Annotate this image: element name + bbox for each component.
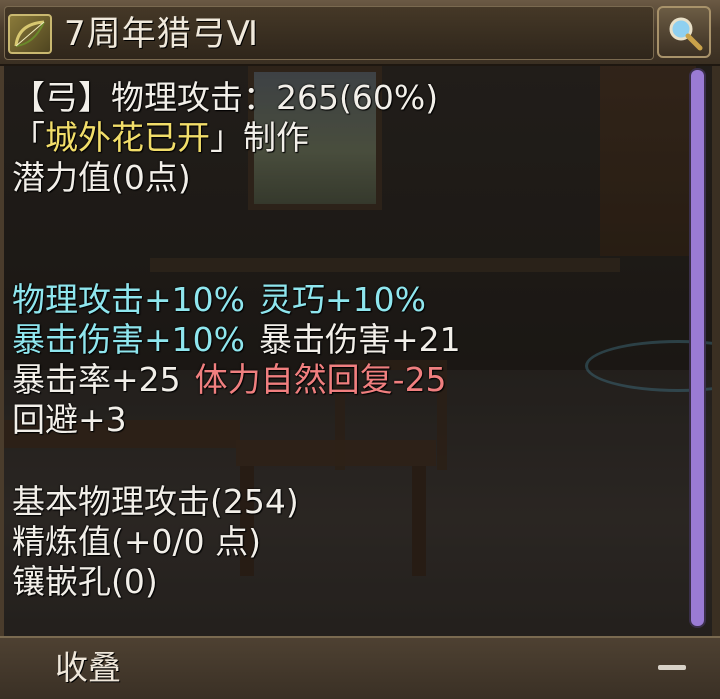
bonus-crit-damage-percent: 暴击伤害+10% xyxy=(12,320,245,359)
refine-value: 精炼值(+0/0 点) xyxy=(12,522,261,561)
base-physical-attack: 基本物理攻击(254) xyxy=(12,482,299,521)
scrollbar[interactable] xyxy=(691,70,704,626)
bonus-evasion: 回避+3 xyxy=(12,400,127,439)
bonus-row-1: 物理攻击+10% 灵巧+10% xyxy=(12,280,426,320)
bonus-row-3: 暴击率+25 体力自然回复-25 xyxy=(12,360,447,400)
bonus-crit-damage-flat: 暴击伤害+21 xyxy=(259,320,461,359)
stat-physical-attack: 【弓】物理攻击：265(60%) xyxy=(12,78,438,118)
bonus-dexterity: 灵巧+10% xyxy=(259,280,426,319)
collapse-label[interactable]: 收叠 xyxy=(55,646,121,690)
crafter-name: 城外花已开 xyxy=(45,118,210,157)
bonus-physical-attack: 物理攻击+10% xyxy=(12,280,245,319)
physical-attack-label: 物理攻击： xyxy=(111,78,276,117)
search-button[interactable] xyxy=(657,6,711,58)
crafter-line: 「城外花已开」制作 xyxy=(12,118,309,158)
potential-line: 潜力值(0点) xyxy=(12,158,191,197)
collapse-button[interactable] xyxy=(652,656,692,680)
socket-count: 镶嵌孔(0) xyxy=(12,562,158,601)
bow-icon xyxy=(8,14,52,54)
panel-border-left xyxy=(0,66,4,636)
item-title: 7周年猎弓Ⅵ xyxy=(64,14,259,54)
crafter-bracket-open: 「 xyxy=(12,118,45,157)
panel-border-right xyxy=(712,66,720,636)
weapon-type: 【弓】 xyxy=(12,78,111,117)
tooltip-footer: 收叠 xyxy=(0,636,720,699)
magnifier-icon xyxy=(669,17,703,51)
minus-icon xyxy=(658,665,686,670)
physical-attack-value: 265(60%) xyxy=(276,78,439,117)
bonus-row-2: 暴击伤害+10% 暴击伤害+21 xyxy=(12,320,461,360)
bonus-crit-rate: 暴击率+25 xyxy=(12,360,181,399)
crafter-suffix: 制作 xyxy=(243,118,309,157)
penalty-hp-regen: 体力自然回复-25 xyxy=(194,360,447,399)
crafter-bracket-close: 」 xyxy=(210,118,243,157)
item-tooltip-header: 7周年猎弓Ⅵ xyxy=(0,0,720,66)
